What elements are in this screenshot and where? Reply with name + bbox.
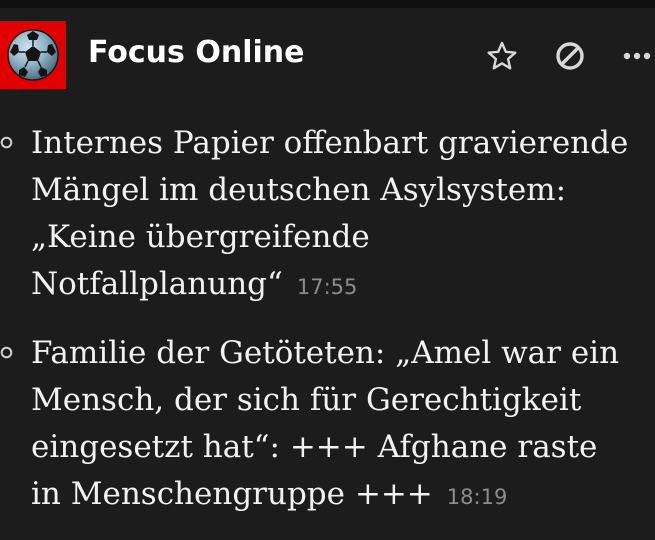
unread-bullet-icon [0, 136, 13, 149]
block-button[interactable] [552, 38, 588, 74]
article-headline[interactable]: Internes Papier offenbart gravierende Mä… [31, 120, 635, 311]
block-icon [556, 42, 584, 70]
feed-logo [0, 21, 66, 89]
favorite-button[interactable] [484, 38, 520, 74]
status-strip [0, 0, 655, 8]
more-button[interactable] [619, 38, 655, 74]
article-headline-text: Familie der Getöteten: „Amel war ein Men… [31, 335, 620, 512]
feed-title: Focus Online [88, 35, 305, 70]
more-icon [623, 52, 651, 60]
soccer-ball-icon [7, 29, 59, 81]
article-list: Internes Papier offenbart gravierende Mä… [0, 120, 655, 540]
feed-header: Focus Online [0, 8, 655, 100]
article-headline[interactable]: Familie der Getöteten: „Amel war ein Men… [31, 330, 635, 521]
article-item[interactable]: Internes Papier offenbart gravierende Mä… [0, 120, 655, 311]
star-icon [487, 41, 517, 70]
article-time: 18:19 [446, 485, 508, 509]
article-time: 17:55 [296, 275, 358, 299]
article-item[interactable]: Familie der Getöteten: „Amel war ein Men… [0, 330, 655, 521]
unread-bullet-icon [0, 346, 13, 359]
